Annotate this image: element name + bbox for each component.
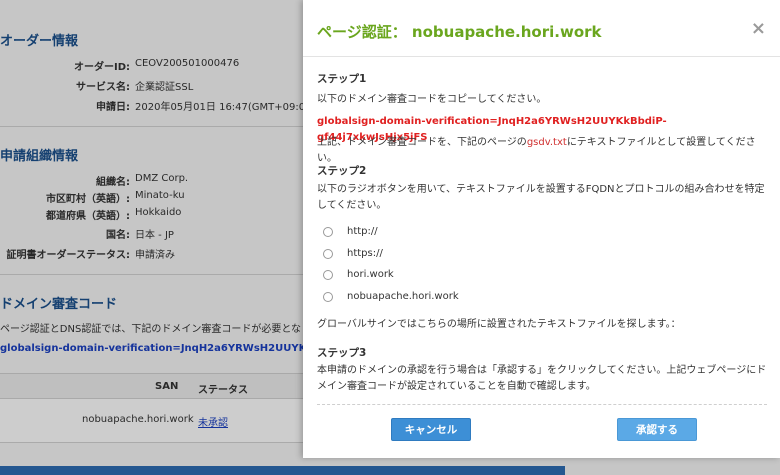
page-verification-modal: ページ認証： nobuapache.hori.work × ステップ1 以下のド… [303,0,780,458]
dashed-divider [317,404,767,405]
modal-title: ページ認証： nobuapache.hori.work [317,23,602,41]
step1-note: 上記、ドメイン審査コードを、下記のページのgsdv.txtにテキストファイルとし… [317,135,767,167]
radio-nobuapache[interactable]: nobuapache.hori.work [323,291,459,302]
radio-button[interactable] [323,269,333,280]
radio-label: https:// [347,248,383,259]
cancel-button[interactable]: キャンセル [391,418,471,441]
radio-button[interactable] [323,248,333,259]
modal-divider [303,56,780,57]
step3-heading: ステップ3 [317,347,367,359]
radio-hori-work[interactable]: hori.work [323,269,394,280]
step2-instruction: 以下のラジオボタンを用いて、テキストファイルを設置するFQDNとプロトコルの組み… [317,184,765,211]
radio-https[interactable]: https:// [323,248,383,259]
radio-http[interactable]: http:// [323,226,378,237]
step1-heading: ステップ1 [317,73,367,85]
close-icon[interactable]: × [751,18,766,39]
radio-label: http:// [347,226,378,237]
step1-instruction: 以下のドメイン審査コードをコピーしてください。 [317,94,547,105]
step3-instruction: 本申請のドメインの承認を行う場合は「承認する」をクリックしてください。上記ウェブ… [317,365,767,392]
radio-button[interactable] [323,291,333,302]
radio-label: hori.work [347,269,394,280]
step1-note-before: 上記、ドメイン審査コードを、下記のページの [317,137,527,148]
radio-button[interactable] [323,226,333,237]
approve-button[interactable]: 承認する [617,418,697,441]
step2-heading: ステップ2 [317,165,367,177]
gsdv-txt-link[interactable]: gsdv.txt [527,137,567,148]
radio-label: nobuapache.hori.work [347,291,459,302]
search-location-note: グローバルサインではこちらの場所に設置されたテキストファイルを探します。： [317,319,681,330]
